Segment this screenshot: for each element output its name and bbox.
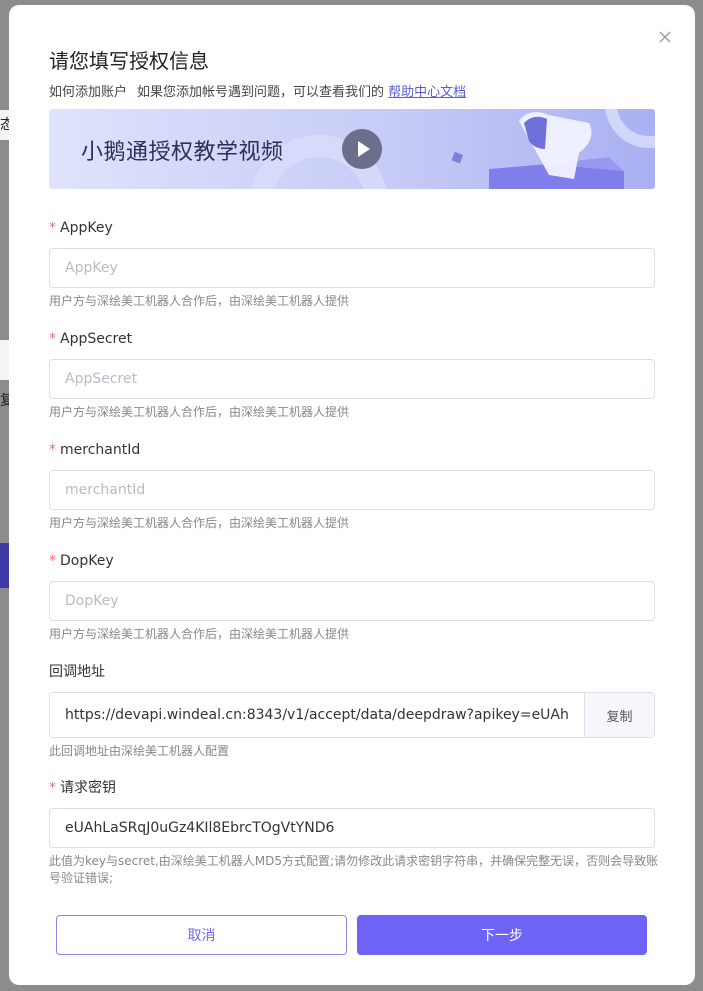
request-secret-input[interactable] [49, 808, 655, 848]
appsecret-field: *AppSecret 用户方与深绘美工机器人合作后，由深绘美工机器人提供 [49, 329, 655, 419]
callback-hint: 此回调地址由深绘美工机器人配置 [49, 744, 230, 758]
close-icon [659, 31, 671, 43]
required-mark: * [49, 780, 56, 796]
copy-button[interactable]: 复制 [584, 693, 654, 737]
merchantid-hint: 用户方与深绘美工机器人合作后，由深绘美工机器人提供 [49, 516, 350, 530]
callback-label: 回调地址 [49, 664, 105, 680]
merchantid-input[interactable] [49, 470, 655, 510]
close-button[interactable] [657, 29, 673, 45]
callback-field: 回调地址 复制 此回调地址由深绘美工机器人配置 [49, 662, 655, 758]
required-mark: * [49, 331, 56, 347]
next-step-button[interactable]: 下一步 [357, 915, 647, 955]
merchantid-label: * merchantId [49, 442, 141, 458]
appsecret-input[interactable] [49, 359, 655, 399]
dopkey-input[interactable] [49, 581, 655, 621]
dopkey-hint: 用户方与深绘美工机器人合作后，由深绘美工机器人提供 [49, 627, 350, 641]
appsecret-label: * AppSecret [49, 331, 133, 347]
how-to-add-text: 如何添加账户 [49, 85, 128, 100]
cancel-button[interactable]: 取消 [56, 915, 347, 955]
request-secret-field: *请求密钥 此值为key与secret,由深绘美工机器人MD5方式配置;请勿修改… [49, 778, 658, 885]
dialog-subtitle: 如何添加账户 如果您添加帐号遇到问题，可以查看我们的 帮助中心文档 [49, 81, 466, 100]
play-video-button[interactable] [342, 129, 382, 169]
dialog-title: 请您填写授权信息 [49, 49, 209, 73]
required-mark: * [49, 442, 56, 458]
appkey-field: *AppKey 用户方与深绘美工机器人合作后，由深绘美工机器人提供 [49, 218, 655, 308]
appkey-input[interactable] [49, 248, 655, 288]
appkey-label: * AppKey [49, 220, 113, 236]
appsecret-hint: 用户方与深绘美工机器人合作后，由深绘美工机器人提供 [49, 405, 350, 419]
callback-url-input[interactable] [50, 693, 584, 737]
request-secret-label: * 请求密钥 [49, 780, 116, 796]
help-center-link[interactable]: 帮助中心文档 [388, 85, 466, 100]
appkey-hint: 用户方与深绘美工机器人合作后，由深绘美工机器人提供 [49, 294, 350, 308]
auth-dialog: 请您填写授权信息 如何添加账户 如果您添加帐号遇到问题，可以查看我们的 帮助中心文… [9, 5, 695, 985]
required-mark: * [49, 553, 56, 569]
required-mark: * [49, 220, 56, 236]
dopkey-label: * DopKey [49, 553, 114, 569]
backdrop-accent-bar [0, 543, 9, 588]
merchantid-field: *merchantId 用户方与深绘美工机器人合作后，由深绘美工机器人提供 [49, 440, 655, 530]
help-hint-text: 如果您添加帐号遇到问题，可以查看我们的 [137, 85, 385, 100]
play-icon [358, 141, 370, 157]
banner-title: 小鹅通授权教学视频 [81, 140, 284, 165]
request-secret-hint: 此值为key与secret,由深绘美工机器人MD5方式配置;请勿修改此请求密钥字… [49, 854, 659, 885]
tutorial-video-banner[interactable]: 小鹅通授权教学视频 [49, 109, 655, 189]
dopkey-field: *DopKey 用户方与深绘美工机器人合作后，由深绘美工机器人提供 [49, 551, 655, 641]
callback-input-group: 复制 [49, 692, 655, 738]
